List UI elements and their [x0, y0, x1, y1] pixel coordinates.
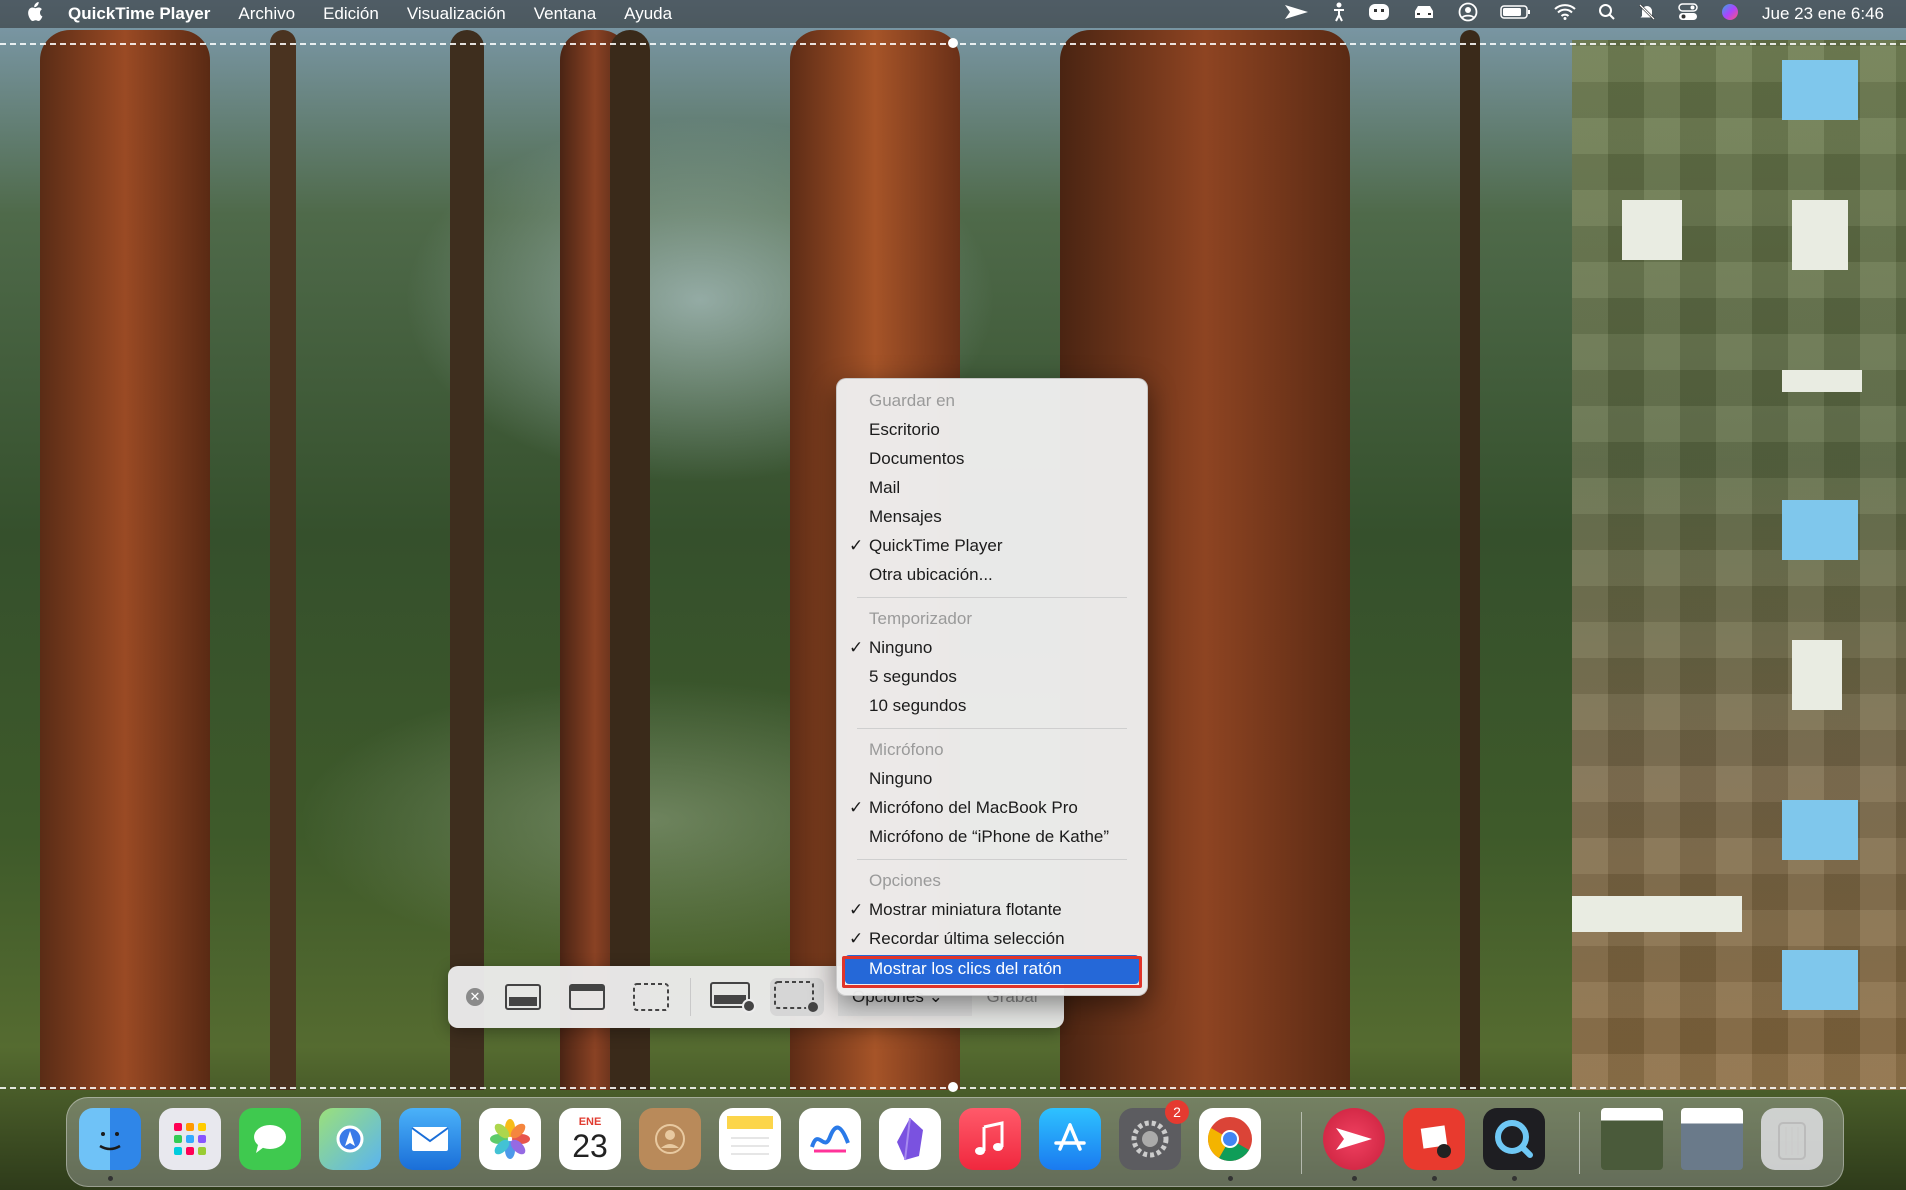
- menu-item-escritorio[interactable]: Escritorio: [837, 416, 1147, 445]
- user-icon[interactable]: [1458, 2, 1478, 27]
- annotation-highlight-box: [842, 956, 1142, 988]
- maps-icon[interactable]: [319, 1108, 381, 1170]
- menu-ventana[interactable]: Ventana: [534, 4, 596, 24]
- freeform-icon[interactable]: [799, 1108, 861, 1170]
- menu-item-10-segundos[interactable]: 10 segundos: [837, 692, 1147, 721]
- running-indicator: [108, 1176, 113, 1181]
- dock-divider: [1579, 1112, 1580, 1174]
- menu-item-mic-ninguno[interactable]: Ninguno: [837, 765, 1147, 794]
- menu-visualizacion[interactable]: Visualización: [407, 4, 506, 24]
- menu-item-quicktime-player[interactable]: ✓ QuickTime Player: [837, 532, 1147, 561]
- menu-item-mic-macbook-pro[interactable]: ✓ Micrófono del MacBook Pro: [837, 794, 1147, 823]
- car-icon[interactable]: [1412, 4, 1436, 25]
- toolbar-divider: [690, 978, 691, 1016]
- running-indicator: [1228, 1176, 1233, 1181]
- photos-icon[interactable]: [479, 1108, 541, 1170]
- notification-badge: 2: [1165, 1100, 1189, 1124]
- recent-document-thumbnail-icon[interactable]: [1601, 1108, 1663, 1170]
- running-indicator: [1432, 1176, 1437, 1181]
- finder-icon[interactable]: [79, 1108, 141, 1170]
- contacts-icon[interactable]: [639, 1108, 701, 1170]
- capture-window-icon: [569, 984, 605, 1010]
- checkmark-icon: ✓: [849, 798, 864, 817]
- record-selection-button[interactable]: [770, 978, 824, 1016]
- plane-icon[interactable]: [1284, 4, 1310, 25]
- selection-handle-top[interactable]: [948, 38, 958, 48]
- record-entire-screen-button[interactable]: [706, 978, 760, 1016]
- record-screen-icon: [710, 982, 756, 1013]
- menu-edicion[interactable]: Edición: [323, 4, 379, 24]
- apple-logo-icon[interactable]: [20, 1, 48, 27]
- mail-icon[interactable]: [399, 1108, 461, 1170]
- menu-bar: QuickTime Player Archivo Edición Visuali…: [0, 0, 1906, 28]
- calendar-month: ENE: [578, 1115, 602, 1128]
- notifications-muted-icon[interactable]: [1638, 3, 1656, 26]
- search-icon[interactable]: [1598, 3, 1616, 26]
- close-icon: ✕: [466, 988, 484, 1006]
- menu-header-opciones: Opciones: [869, 871, 941, 890]
- launchpad-icon[interactable]: [159, 1108, 221, 1170]
- menu-archivo[interactable]: Archivo: [238, 4, 295, 24]
- selection-handle-bottom[interactable]: [948, 1082, 958, 1092]
- siri-icon[interactable]: [1720, 2, 1740, 27]
- airmail-icon[interactable]: [1323, 1108, 1385, 1170]
- dock-divider: [1301, 1112, 1302, 1174]
- capture-selection-button[interactable]: [628, 978, 674, 1016]
- obsidian-icon[interactable]: [879, 1108, 941, 1170]
- app-store-icon[interactable]: [1039, 1108, 1101, 1170]
- close-toolbar-button[interactable]: ✕: [462, 978, 488, 1016]
- calendar-icon[interactable]: ENE 23: [559, 1108, 621, 1170]
- calendar-day: 23: [572, 1127, 608, 1164]
- app-status-icon[interactable]: [1368, 2, 1390, 27]
- menu-header-guardar-en: Guardar en: [869, 391, 955, 410]
- checkmark-icon: ✓: [849, 900, 864, 919]
- menu-item-mic-iphone[interactable]: Micrófono de “iPhone de Kathe”: [837, 823, 1147, 852]
- menu-item-mensajes[interactable]: Mensajes: [837, 503, 1147, 532]
- menu-item-5-segundos[interactable]: 5 segundos: [837, 663, 1147, 692]
- menu-header-microfono: Micrófono: [869, 740, 944, 759]
- photo-booth-icon[interactable]: [1403, 1108, 1465, 1170]
- notes-icon[interactable]: [719, 1108, 781, 1170]
- menu-separator: [857, 597, 1127, 598]
- accessibility-icon[interactable]: [1332, 2, 1346, 27]
- menu-item-timer-ninguno[interactable]: ✓ Ninguno: [837, 634, 1147, 663]
- menu-ayuda[interactable]: Ayuda: [624, 4, 672, 24]
- menu-clock[interactable]: Jue 23 ene 6:46: [1762, 4, 1884, 24]
- menu-separator: [857, 728, 1127, 729]
- menu-item-documentos[interactable]: Documentos: [837, 445, 1147, 474]
- running-indicator: [1512, 1176, 1517, 1181]
- system-settings-icon[interactable]: 2: [1119, 1100, 1189, 1170]
- app-name-menu[interactable]: QuickTime Player: [68, 4, 210, 24]
- quicktime-player-icon[interactable]: [1483, 1108, 1545, 1170]
- checkmark-icon: ✓: [849, 929, 864, 948]
- control-center-icon[interactable]: [1678, 2, 1698, 26]
- running-indicator: [1352, 1176, 1357, 1181]
- pixelated-region: [1572, 40, 1906, 1090]
- capture-window-button[interactable]: [564, 978, 610, 1016]
- messages-icon[interactable]: [239, 1108, 301, 1170]
- wifi-icon[interactable]: [1554, 3, 1576, 25]
- music-icon[interactable]: [959, 1108, 1021, 1170]
- menu-item-mail[interactable]: Mail: [837, 474, 1147, 503]
- recent-document-thumbnail-icon[interactable]: [1681, 1108, 1743, 1170]
- capture-screen-icon: [505, 984, 541, 1010]
- dock: ENE 23 2: [66, 1097, 1844, 1187]
- menu-item-recordar-seleccion[interactable]: ✓ Recordar última selección: [837, 925, 1147, 954]
- options-dropdown-menu: Guardar en Escritorio Documentos Mail Me…: [836, 378, 1148, 996]
- checkmark-icon: ✓: [849, 536, 864, 555]
- menu-item-mostrar-miniatura[interactable]: ✓ Mostrar miniatura flotante: [837, 896, 1147, 925]
- menu-header-temporizador: Temporizador: [869, 609, 972, 628]
- chrome-icon[interactable]: [1199, 1108, 1261, 1170]
- menu-item-otra-ubicacion[interactable]: Otra ubicación...: [837, 561, 1147, 590]
- menu-separator: [857, 859, 1127, 860]
- capture-selection-icon: [633, 983, 669, 1011]
- record-selection-icon: [774, 981, 820, 1014]
- capture-entire-screen-button[interactable]: [500, 978, 546, 1016]
- battery-icon[interactable]: [1500, 4, 1532, 25]
- trash-icon[interactable]: [1761, 1108, 1823, 1170]
- checkmark-icon: ✓: [849, 638, 864, 657]
